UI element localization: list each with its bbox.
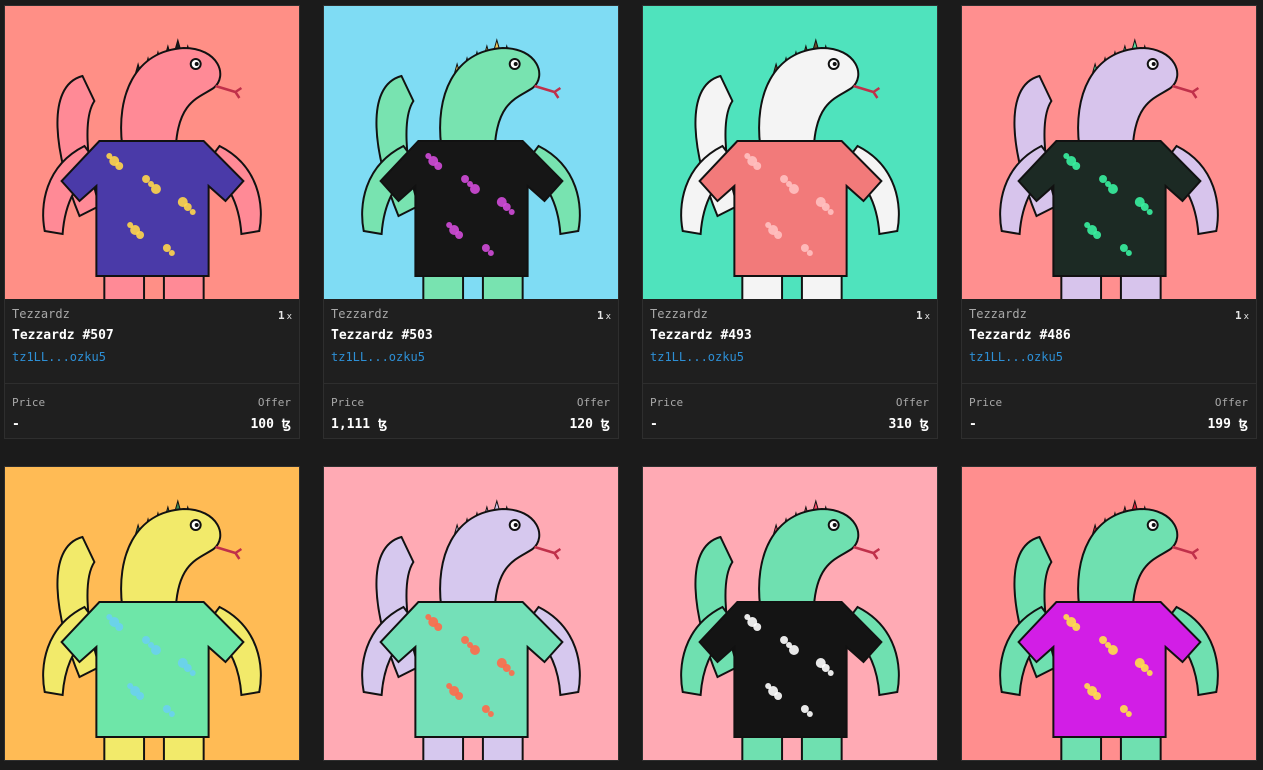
offer-label: Offer (576, 396, 610, 409)
edition-count: 1x (596, 309, 611, 322)
nft-card[interactable]: Tezzardz 1x Tezzardz #503 tz1LL...ozku5 … (323, 5, 619, 439)
pricing-row: Price 1,111 ꜩ Offer 120 ꜩ (324, 383, 618, 438)
nft-card[interactable] (4, 466, 300, 761)
token-title[interactable]: Tezzardz #507 (12, 328, 292, 343)
collection-name: Tezzardz (969, 307, 1027, 321)
nft-artwork[interactable] (962, 467, 1256, 760)
offer-value: 120 ꜩ (569, 417, 610, 432)
nft-artwork[interactable] (962, 6, 1256, 299)
nft-card[interactable]: Tezzardz 1x Tezzardz #486 tz1LL...ozku5 … (961, 5, 1257, 439)
nft-artwork[interactable] (324, 467, 618, 760)
offer-label: Offer (1214, 396, 1248, 409)
edition-count: 1x (1234, 309, 1249, 322)
creator-link[interactable]: tz1LL...ozku5 (650, 350, 930, 364)
token-title[interactable]: Tezzardz #493 (650, 328, 930, 343)
offer-value: 310 ꜩ (888, 417, 929, 432)
nft-card[interactable] (961, 466, 1257, 761)
price-label: Price (12, 396, 46, 409)
price-label: Price (650, 396, 684, 409)
price-value: 1,111 ꜩ (331, 417, 388, 432)
offer-value: 100 ꜩ (250, 417, 291, 432)
offer-value: 199 ꜩ (1207, 417, 1248, 432)
nft-card[interactable]: Tezzardz 1x Tezzardz #507 tz1LL...ozku5 … (4, 5, 300, 439)
creator-link[interactable]: tz1LL...ozku5 (331, 350, 611, 364)
nft-card[interactable] (323, 466, 619, 761)
nft-artwork[interactable] (324, 6, 618, 299)
edition-count: 1x (277, 309, 292, 322)
offer-label: Offer (895, 396, 929, 409)
offer-label: Offer (257, 396, 291, 409)
nft-card[interactable] (642, 466, 938, 761)
token-title[interactable]: Tezzardz #503 (331, 328, 611, 343)
creator-link[interactable]: tz1LL...ozku5 (969, 350, 1249, 364)
price-label: Price (969, 396, 1003, 409)
edition-count: 1x (915, 309, 930, 322)
nft-artwork[interactable] (643, 6, 937, 299)
collection-grid: Tezzardz 1x Tezzardz #507 tz1LL...ozku5 … (0, 0, 1263, 770)
pricing-row: Price - Offer 100 ꜩ (5, 383, 299, 438)
token-title[interactable]: Tezzardz #486 (969, 328, 1249, 343)
price-value: - (969, 417, 977, 432)
nft-artwork[interactable] (5, 6, 299, 299)
nft-artwork[interactable] (643, 467, 937, 760)
pricing-row: Price - Offer 310 ꜩ (643, 383, 937, 438)
creator-link[interactable]: tz1LL...ozku5 (12, 350, 292, 364)
collection-name: Tezzardz (650, 307, 708, 321)
price-value: - (650, 417, 658, 432)
price-value: - (12, 417, 20, 432)
nft-artwork[interactable] (5, 467, 299, 760)
collection-name: Tezzardz (331, 307, 389, 321)
price-label: Price (331, 396, 365, 409)
nft-card[interactable]: Tezzardz 1x Tezzardz #493 tz1LL...ozku5 … (642, 5, 938, 439)
collection-name: Tezzardz (12, 307, 70, 321)
pricing-row: Price - Offer 199 ꜩ (962, 383, 1256, 438)
